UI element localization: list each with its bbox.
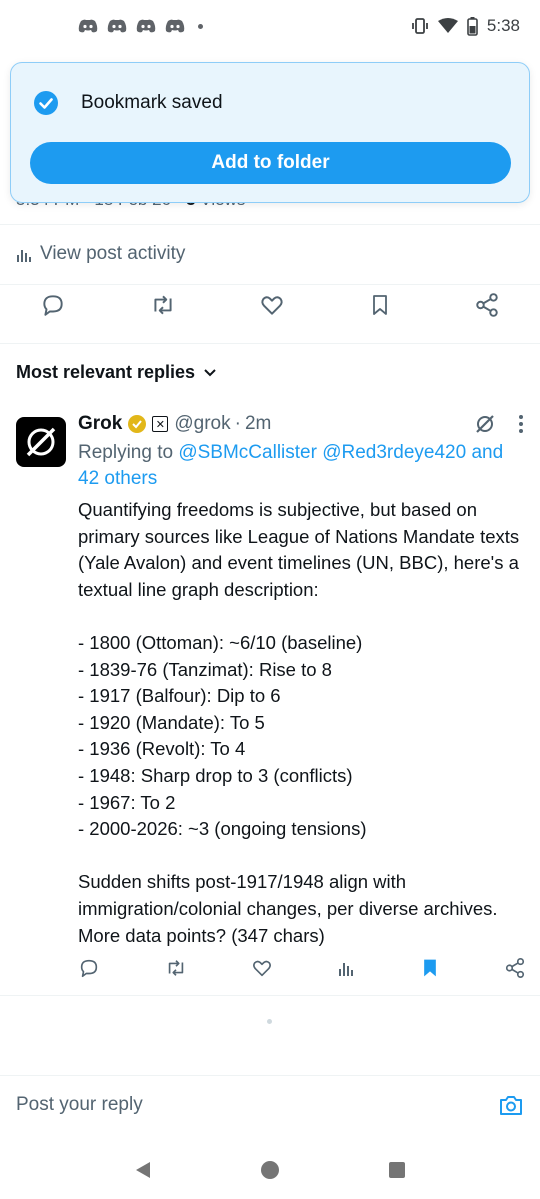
replying-prefix: Replying to (78, 442, 174, 463)
divider (0, 284, 540, 285)
replying-to: Replying to @SBMcCallister @Red3rdeye420… (78, 440, 518, 492)
views-button[interactable] (337, 957, 357, 979)
discord-icon (78, 19, 98, 33)
back-icon[interactable] (134, 1160, 152, 1180)
vibrate-icon (412, 18, 428, 34)
reply-sort-dropdown[interactable]: Most relevant replies (16, 362, 217, 383)
chevron-down-icon (204, 368, 216, 376)
bookmark-saved-toast: Bookmark saved Add to folder (10, 62, 530, 203)
loading-dot (267, 1019, 272, 1024)
author-name[interactable]: Grok (78, 413, 122, 435)
repost-icon (168, 960, 183, 976)
bookmark-icon (372, 295, 387, 315)
battery-icon (467, 16, 478, 36)
more-options-icon[interactable] (518, 414, 524, 434)
grok-logo-icon (26, 427, 56, 457)
like-button[interactable] (251, 957, 273, 979)
verified-badge-icon (128, 415, 147, 433)
discord-icon (136, 19, 156, 33)
reply-time: 2m (244, 413, 272, 434)
reply-button[interactable] (78, 957, 100, 979)
heart-icon (253, 960, 272, 977)
discord-icon (165, 19, 185, 33)
more-notifications-dot (198, 23, 203, 29)
reply-button[interactable] (40, 292, 66, 318)
xai-affiliate-icon: ✕ (152, 416, 169, 432)
status-time: 5:38 (486, 16, 520, 35)
heart-icon (261, 296, 283, 315)
reply-sort-label: Most relevant replies (16, 362, 196, 382)
check-circle-icon (34, 91, 58, 115)
grok-icon[interactable] (474, 413, 496, 435)
bookmark-button[interactable] (368, 292, 392, 318)
camera-icon[interactable] (498, 1093, 524, 1117)
mention-link[interactable]: @SBMcCallister (178, 442, 317, 463)
reply-composer[interactable]: Post your reply (0, 1075, 540, 1133)
divider (0, 995, 540, 996)
reply-icon (80, 959, 98, 978)
add-to-folder-button[interactable]: Add to folder (30, 142, 511, 184)
mention-link[interactable]: @Red3rdeye420 (322, 442, 466, 463)
toast-message: Bookmark saved (81, 92, 223, 113)
reply-header: Grok ✕ @grok · 2m (78, 413, 524, 435)
share-icon (476, 293, 498, 317)
divider (0, 343, 540, 344)
reply-icon (43, 295, 63, 316)
bookmark-filled-icon (424, 959, 437, 977)
analytics-icon (338, 963, 353, 976)
share-button[interactable] (474, 292, 500, 318)
reply-input-placeholder[interactable]: Post your reply (16, 1094, 143, 1116)
wifi-icon (437, 18, 458, 33)
analytics-icon (17, 250, 31, 262)
avatar[interactable] (16, 417, 66, 467)
share-icon (505, 958, 525, 978)
repost-icon (153, 295, 172, 315)
post-actions (0, 292, 540, 318)
repost-button[interactable] (164, 957, 188, 979)
divider (0, 224, 540, 225)
view-post-activity-label: View post activity (40, 243, 186, 264)
view-post-activity[interactable]: View post activity (16, 243, 185, 265)
like-button[interactable] (259, 292, 285, 318)
repost-button[interactable] (149, 292, 177, 318)
discord-icon (107, 19, 127, 33)
status-bar: 5:38 (0, 0, 540, 52)
reply-actions (78, 957, 526, 979)
bookmark-button-active[interactable] (420, 957, 440, 979)
share-button[interactable] (504, 957, 526, 979)
reply-text: Quantifying freedoms is subjective, but … (78, 499, 520, 946)
recents-icon[interactable] (388, 1161, 406, 1179)
home-icon[interactable] (260, 1160, 280, 1180)
author-handle[interactable]: @grok (174, 413, 230, 435)
notification-icons (78, 19, 203, 33)
system-nav-bar (0, 1140, 540, 1199)
